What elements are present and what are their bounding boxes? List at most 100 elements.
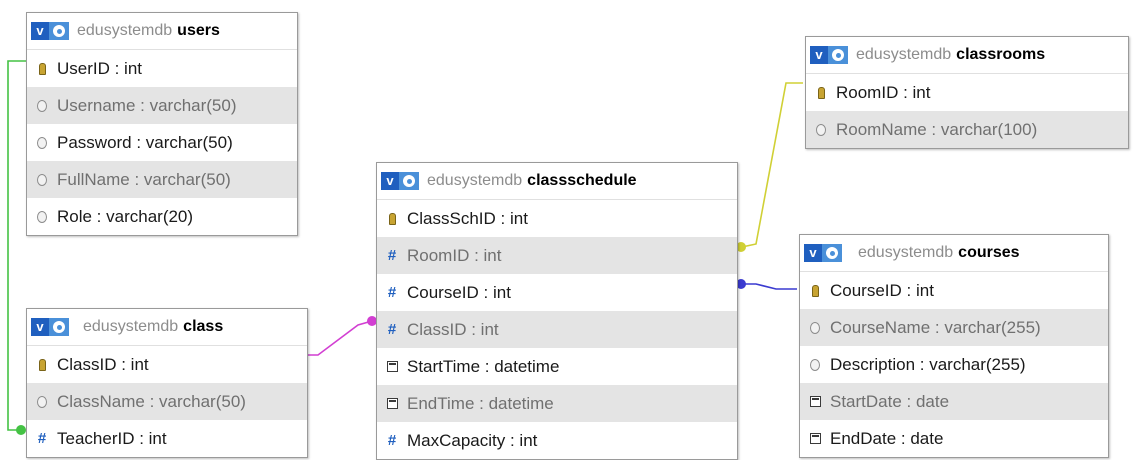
column-row[interactable]: StartDate : date [800,383,1108,420]
gear-icon[interactable] [399,172,419,190]
toggle-button[interactable]: v [810,46,828,64]
text-column-icon [808,321,822,334]
column-row[interactable]: ClassName : varchar(50) [27,383,307,420]
database-name: edusystemdb [858,244,954,261]
table-header-courses[interactable]: v edusystemdb courses [800,235,1108,272]
column-row[interactable]: UserID : int [27,50,297,87]
column-label: CourseID : int [407,282,511,302]
gear-icon[interactable] [828,46,848,64]
numeric-column-icon: # [387,432,397,449]
column-label: StartTime : datetime [407,356,560,376]
column-row[interactable]: Password : varchar(50) [27,124,297,161]
column-label: MaxCapacity : int [407,430,538,450]
column-label: Description : varchar(255) [830,354,1026,374]
text-column-icon [35,395,49,408]
column-label: ClassName : varchar(50) [57,391,246,411]
column-row[interactable]: CourseID : int [800,272,1108,309]
gear-icon[interactable] [49,318,69,336]
column-row[interactable]: EndTime : datetime [377,385,737,422]
date-column-icon [808,433,822,444]
gear-icon[interactable] [49,22,69,40]
column-label: Username : varchar(50) [57,95,237,115]
column-row[interactable]: # TeacherID : int [27,420,307,457]
table-header-users[interactable]: v edusystemdb users [27,13,297,50]
column-label: TeacherID : int [57,428,167,448]
text-column-icon [35,99,49,112]
relation-line-classschedule-classrooms [741,82,803,248]
toggle-button[interactable]: v [381,172,399,190]
toggle-button[interactable]: v [31,22,49,40]
column-row[interactable]: # MaxCapacity : int [377,422,737,459]
column-row[interactable]: # RoomID : int [377,237,737,274]
table-name: courses [958,244,1020,261]
date-column-icon [808,396,822,407]
text-column-icon [35,173,49,186]
toggle-button[interactable]: v [804,244,822,262]
primary-key-icon [35,62,49,75]
column-row[interactable]: ClassSchID : int [377,200,737,237]
primary-key-icon [35,358,49,371]
numeric-column-icon: # [387,321,397,338]
table-name: classrooms [956,46,1046,63]
table-name: users [177,22,220,39]
column-row[interactable]: RoomName : varchar(100) [806,111,1128,148]
numeric-column-icon: # [37,430,47,447]
relation-end-users-class [16,425,26,435]
relation-line-classschedule-courses [742,283,797,290]
date-column-icon [385,361,399,372]
column-label: UserID : int [57,58,143,78]
column-row[interactable]: FullName : varchar(50) [27,161,297,198]
numeric-column-icon: # [387,284,397,301]
table-header-classrooms[interactable]: v edusystemdb classrooms [806,37,1128,74]
table-users[interactable]: v edusystemdb users UserID : int Usernam… [26,12,298,236]
text-column-icon [808,358,822,371]
column-label: CourseID : int [830,280,934,300]
table-courses[interactable]: v edusystemdb courses CourseID : int Cou… [799,234,1109,458]
date-column-icon [385,398,399,409]
primary-key-icon [808,284,822,297]
column-row[interactable]: # CourseID : int [377,274,737,311]
toggle-button[interactable]: v [31,318,49,336]
column-label: CourseName : varchar(255) [830,317,1041,337]
column-label: EndDate : date [830,428,944,448]
primary-key-icon [385,212,399,225]
table-classschedule[interactable]: v edusystemdb classschedule ClassSchID :… [376,162,738,460]
primary-key-icon [814,86,828,99]
column-row[interactable]: CourseName : varchar(255) [800,309,1108,346]
column-label: Password : varchar(50) [57,132,233,152]
column-row[interactable]: Username : varchar(50) [27,87,297,124]
text-column-icon [35,210,49,223]
relation-line-users-class [7,60,26,431]
column-row[interactable]: StartTime : datetime [377,348,737,385]
column-label: ClassID : int [407,319,499,339]
column-row[interactable]: # ClassID : int [377,311,737,348]
gear-icon[interactable] [822,244,842,262]
column-row[interactable]: ClassID : int [27,346,307,383]
column-label: RoomID : int [407,245,502,265]
table-name: class [183,318,224,335]
table-header-classschedule[interactable]: v edusystemdb classschedule [377,163,737,200]
column-label: ClassID : int [57,354,149,374]
column-label: RoomID : int [836,82,931,102]
database-name: edusystemdb [77,22,173,39]
column-label: StartDate : date [830,391,950,411]
column-label: FullName : varchar(50) [57,169,231,189]
text-column-icon [814,123,828,136]
column-row[interactable]: Role : varchar(20) [27,198,297,235]
column-row[interactable]: RoomID : int [806,74,1128,111]
column-label: RoomName : varchar(100) [836,119,1038,139]
relation-line-class-classschedule [306,320,373,356]
numeric-column-icon: # [387,247,397,264]
column-row[interactable]: Description : varchar(255) [800,346,1108,383]
table-name: classschedule [527,172,637,189]
database-name: edusystemdb [83,318,179,335]
text-column-icon [35,136,49,149]
database-name: edusystemdb [427,172,523,189]
table-class[interactable]: v edusystemdb class ClassID : int ClassN… [26,308,308,458]
column-row[interactable]: EndDate : date [800,420,1108,457]
column-label: Role : varchar(20) [57,206,194,226]
table-header-class[interactable]: v edusystemdb class [27,309,307,346]
table-classrooms[interactable]: v edusystemdb classrooms RoomID : int Ro… [805,36,1129,149]
database-name: edusystemdb [856,46,952,63]
column-label: ClassSchID : int [407,208,528,228]
